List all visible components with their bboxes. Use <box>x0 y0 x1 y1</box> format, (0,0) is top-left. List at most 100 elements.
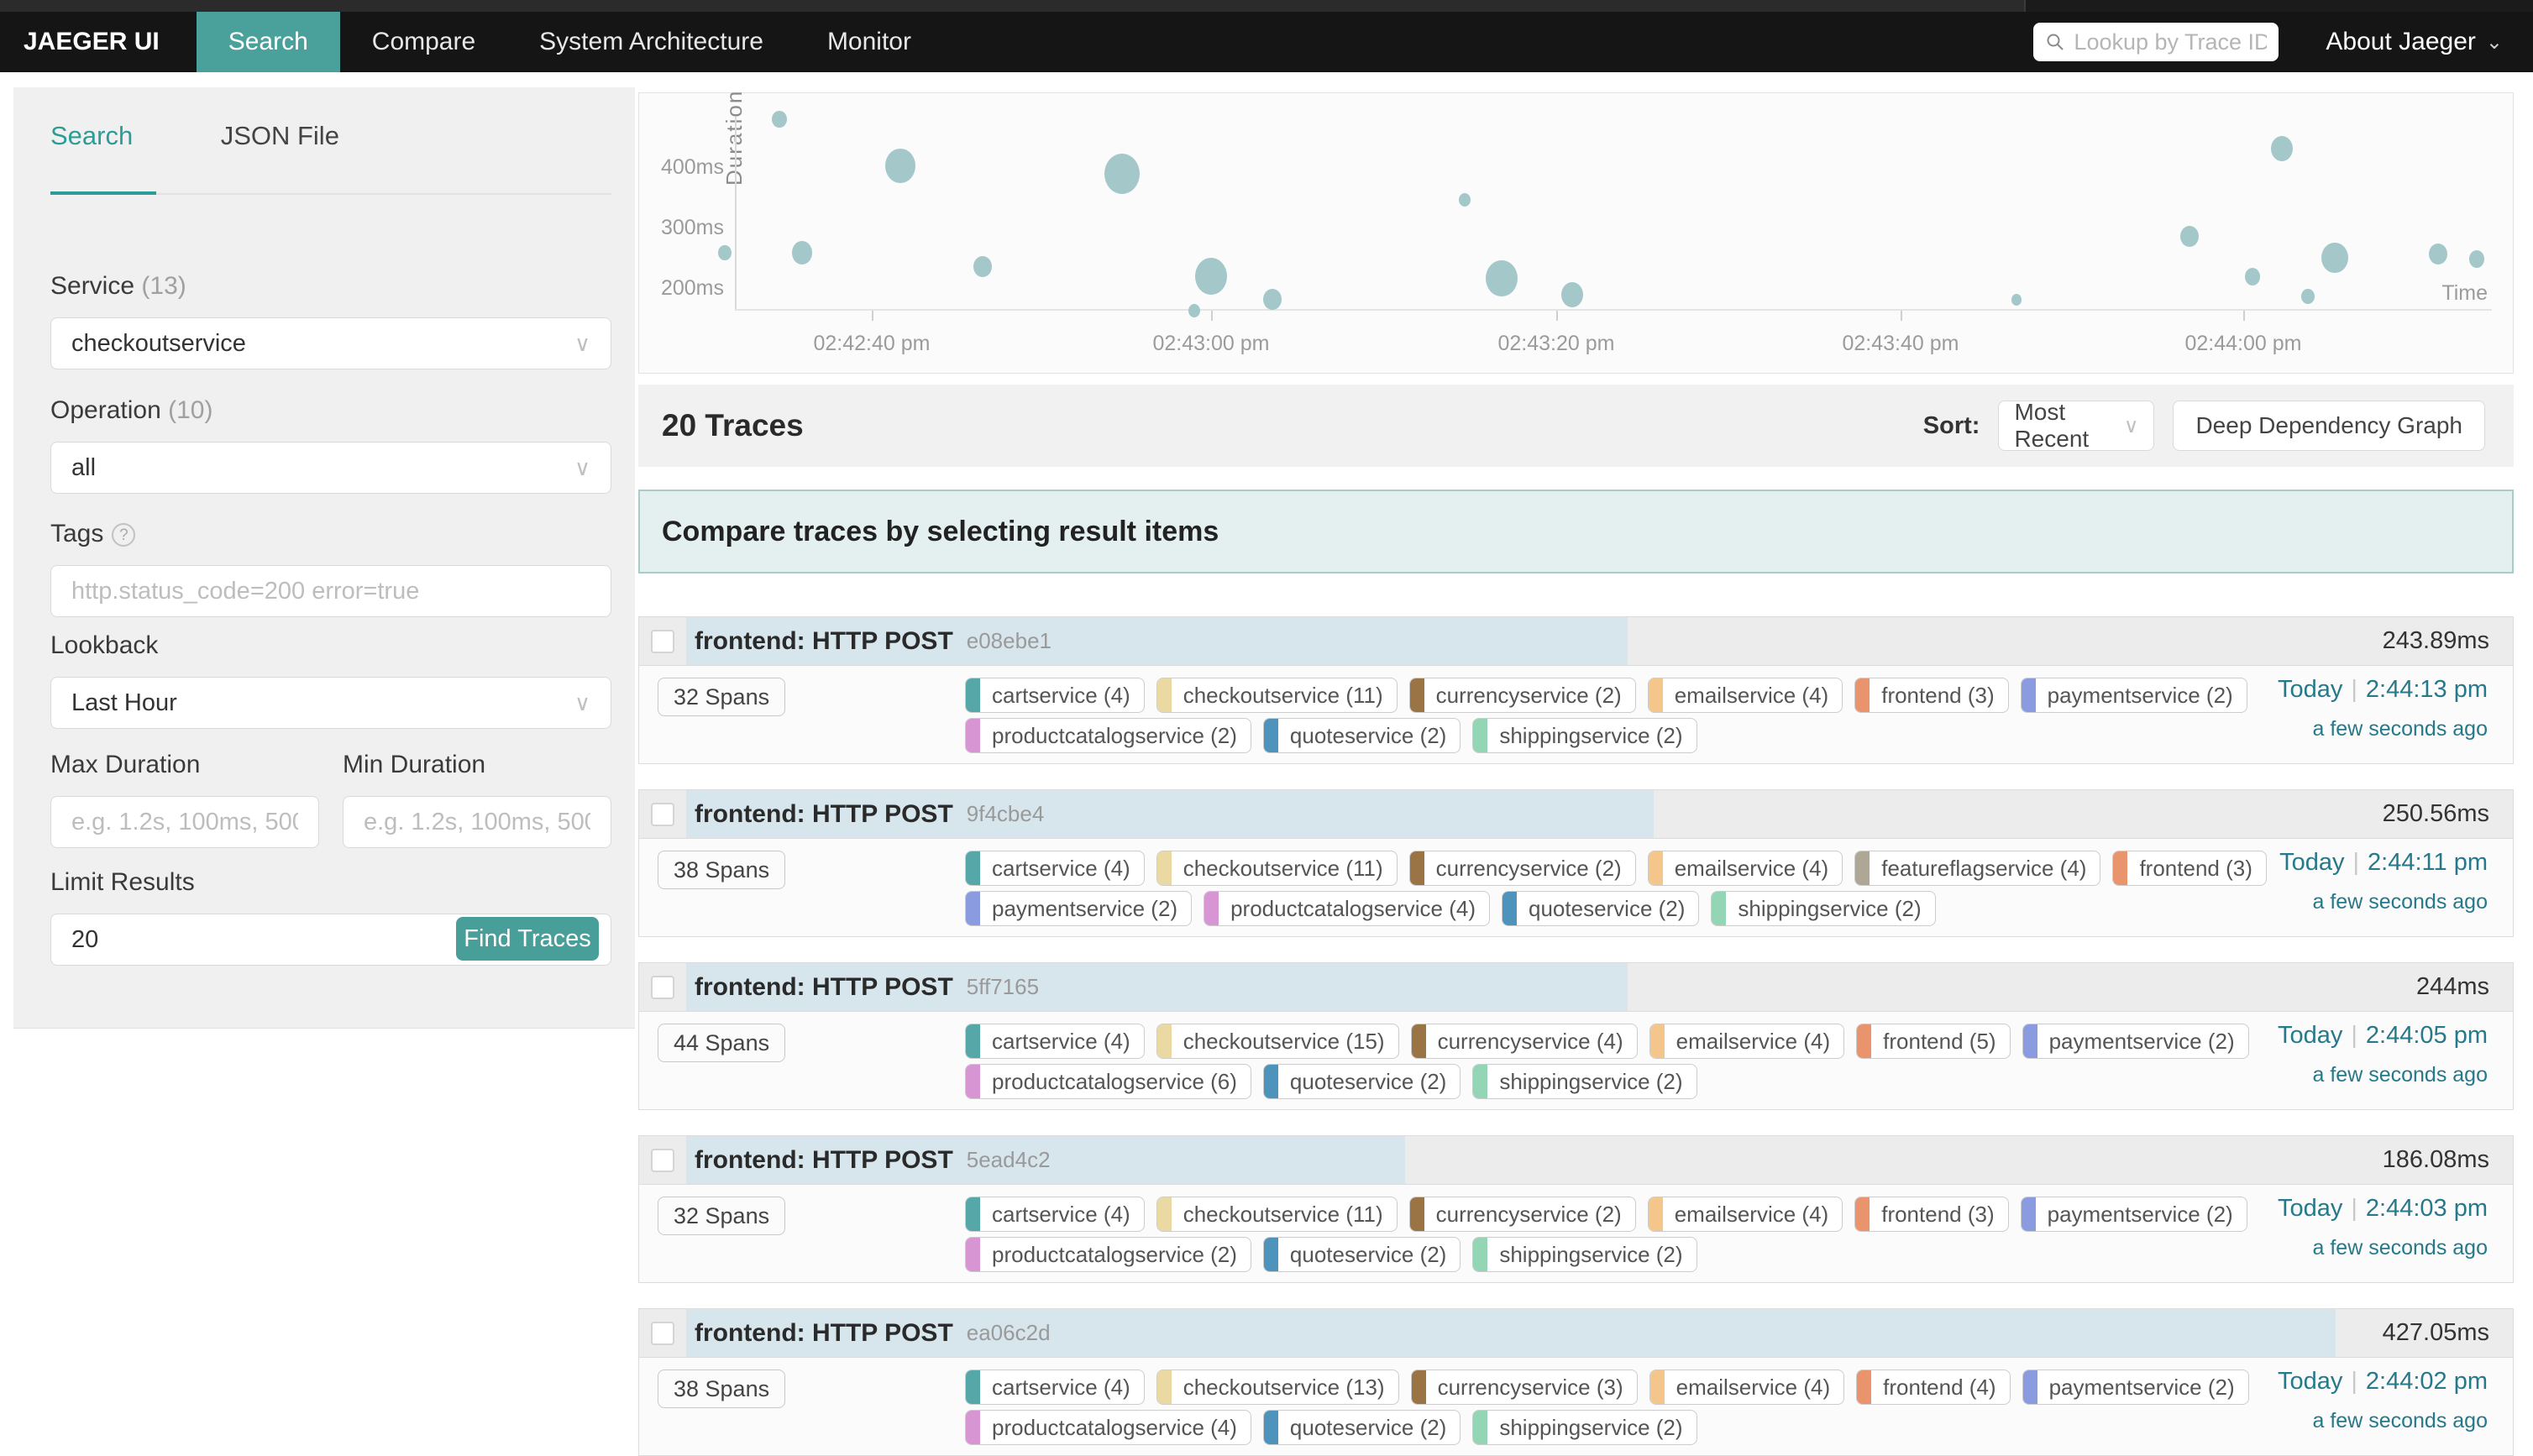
trace-card-header[interactable]: frontend: HTTP POST 5ead4c2 186.08ms <box>639 1136 2513 1185</box>
service-tag-productcatalogservice[interactable]: productcatalogservice (2) <box>965 718 1251 753</box>
trace-scatter-point[interactable] <box>772 111 787 128</box>
service-tag-productcatalogservice[interactable]: productcatalogservice (4) <box>965 1410 1251 1445</box>
service-tag-emailservice[interactable]: emailservice (4) <box>1649 1024 1845 1059</box>
service-tag-cartservice[interactable]: cartservice (4) <box>965 678 1145 713</box>
service-tag-frontend[interactable]: frontend (5) <box>1856 1024 2010 1059</box>
trace-scatter-point[interactable] <box>2011 294 2022 306</box>
service-tag-shippingservice[interactable]: shippingservice (2) <box>1472 1410 1697 1445</box>
tab-json-file[interactable]: JSON File <box>221 121 339 181</box>
max-duration-input[interactable] <box>50 796 319 848</box>
service-tag-checkoutservice[interactable]: checkoutservice (11) <box>1156 851 1398 886</box>
trace-scatter-point[interactable] <box>1561 282 1583 307</box>
trace-date-link[interactable]: Today <box>2278 1022 2342 1049</box>
trace-result-card[interactable]: frontend: HTTP POST ea06c2d 427.05ms 38 … <box>638 1308 2514 1456</box>
span-count-chip[interactable]: 38 Spans <box>658 1370 785 1408</box>
service-tag-productcatalogservice[interactable]: productcatalogservice (4) <box>1204 891 1490 926</box>
trace-scatter-point[interactable] <box>1195 258 1227 295</box>
service-tag-paymentservice[interactable]: paymentservice (2) <box>2021 678 2247 713</box>
trace-select-checkbox[interactable] <box>651 976 674 999</box>
service-tag-shippingservice[interactable]: shippingservice (2) <box>1711 891 1935 926</box>
service-tag-checkoutservice[interactable]: checkoutservice (13) <box>1156 1370 1399 1405</box>
duration-scatter-plot[interactable]: Duration 400ms 300ms 200ms 02:42:40 pm02… <box>638 92 2514 374</box>
service-tag-cartservice[interactable]: cartservice (4) <box>965 1370 1145 1405</box>
service-tag-productcatalogservice[interactable]: productcatalogservice (6) <box>965 1064 1251 1099</box>
find-traces-button[interactable]: Find Traces <box>456 917 599 961</box>
service-tag-shippingservice[interactable]: shippingservice (2) <box>1472 1237 1697 1272</box>
trace-card-header[interactable]: frontend: HTTP POST e08ebe1 243.89ms <box>639 617 2513 666</box>
trace-card-header[interactable]: frontend: HTTP POST 9f4cbe4 250.56ms <box>639 790 2513 839</box>
min-duration-input[interactable] <box>343 796 611 848</box>
span-count-chip[interactable]: 32 Spans <box>658 1197 785 1235</box>
trace-card-header[interactable]: frontend: HTTP POST ea06c2d 427.05ms <box>639 1309 2513 1358</box>
trace-scatter-point[interactable] <box>2245 268 2260 285</box>
service-tag-emailservice[interactable]: emailservice (4) <box>1648 1197 1843 1232</box>
service-tag-emailservice[interactable]: emailservice (4) <box>1649 1370 1845 1405</box>
span-count-chip[interactable]: 38 Spans <box>658 851 785 889</box>
service-tag-paymentservice[interactable]: paymentservice (2) <box>2022 1370 2249 1405</box>
trace-time-link[interactable]: 2:44:11 pm <box>2368 849 2488 876</box>
service-select[interactable]: checkoutservice∨ <box>50 317 611 369</box>
service-tag-checkoutservice[interactable]: checkoutservice (11) <box>1156 1197 1398 1232</box>
trace-scatter-point[interactable] <box>885 149 915 183</box>
service-tag-quoteservice[interactable]: quoteservice (2) <box>1263 718 1461 753</box>
service-tag-cartservice[interactable]: cartservice (4) <box>965 1024 1145 1059</box>
trace-scatter-point[interactable] <box>1104 154 1140 194</box>
trace-date-link[interactable]: Today <box>2278 1368 2342 1395</box>
nav-item-search[interactable]: Search <box>197 12 340 72</box>
trace-date-link[interactable]: Today <box>2278 676 2342 703</box>
deep-dependency-graph-button[interactable]: Deep Dependency Graph <box>2173 401 2485 451</box>
trace-scatter-point[interactable] <box>1459 193 1471 207</box>
service-tag-emailservice[interactable]: emailservice (4) <box>1648 678 1843 713</box>
trace-scatter-point[interactable] <box>1486 260 1518 297</box>
trace-date-link[interactable]: Today <box>2278 1195 2342 1222</box>
trace-select-checkbox[interactable] <box>651 630 674 653</box>
service-tag-quoteservice[interactable]: quoteservice (2) <box>1263 1237 1461 1272</box>
service-tag-checkoutservice[interactable]: checkoutservice (11) <box>1156 678 1398 713</box>
trace-result-card[interactable]: frontend: HTTP POST 5ff7165 244ms 44 Spa… <box>638 962 2514 1110</box>
trace-scatter-point[interactable] <box>792 241 812 264</box>
service-tag-checkoutservice[interactable]: checkoutservice (15) <box>1156 1024 1399 1059</box>
trace-time-link[interactable]: 2:44:05 pm <box>2366 1022 2488 1049</box>
service-tag-currencyservice[interactable]: currencyservice (2) <box>1409 851 1636 886</box>
service-tag-paymentservice[interactable]: paymentservice (2) <box>2021 1197 2247 1232</box>
tags-input[interactable] <box>50 565 611 617</box>
trace-scatter-point[interactable] <box>2321 243 2348 274</box>
service-tag-productcatalogservice[interactable]: productcatalogservice (2) <box>965 1237 1251 1272</box>
tab-search[interactable]: Search <box>50 121 133 181</box>
trace-select-checkbox[interactable] <box>651 1322 674 1345</box>
service-tag-frontend[interactable]: frontend (3) <box>1854 678 2008 713</box>
operation-select[interactable]: all∨ <box>50 442 611 494</box>
trace-select-checkbox[interactable] <box>651 803 674 826</box>
trace-result-card[interactable]: frontend: HTTP POST 5ead4c2 186.08ms 32 … <box>638 1135 2514 1283</box>
trace-scatter-point[interactable] <box>2271 136 2293 161</box>
span-count-chip[interactable]: 44 Spans <box>658 1024 785 1062</box>
service-tag-shippingservice[interactable]: shippingservice (2) <box>1472 1064 1697 1099</box>
trace-scatter-point[interactable] <box>2180 226 2199 247</box>
trace-time-link[interactable]: 2:44:02 pm <box>2366 1368 2488 1395</box>
trace-scatter-point[interactable] <box>2301 289 2315 304</box>
span-count-chip[interactable]: 32 Spans <box>658 678 785 716</box>
service-tag-frontend[interactable]: frontend (3) <box>1854 1197 2008 1232</box>
trace-select-checkbox[interactable] <box>651 1149 674 1172</box>
trace-scatter-point[interactable] <box>973 256 992 277</box>
service-tag-currencyservice[interactable]: currencyservice (3) <box>1411 1370 1638 1405</box>
trace-scatter-point[interactable] <box>1263 289 1282 310</box>
trace-result-card[interactable]: frontend: HTTP POST 9f4cbe4 250.56ms 38 … <box>638 789 2514 937</box>
service-tag-cartservice[interactable]: cartservice (4) <box>965 1197 1145 1232</box>
help-icon[interactable]: ? <box>112 523 135 547</box>
service-tag-frontend[interactable]: frontend (3) <box>2112 851 2266 886</box>
service-tag-featureflagservice[interactable]: featureflagservice (4) <box>1854 851 2100 886</box>
trace-result-card[interactable]: frontend: HTTP POST e08ebe1 243.89ms 32 … <box>638 616 2514 764</box>
trace-time-link[interactable]: 2:44:13 pm <box>2366 676 2488 703</box>
trace-scatter-point[interactable] <box>2469 250 2484 268</box>
trace-scatter-point[interactable] <box>2429 244 2447 264</box>
service-tag-currencyservice[interactable]: currencyservice (2) <box>1409 678 1636 713</box>
service-tag-cartservice[interactable]: cartservice (4) <box>965 851 1145 886</box>
service-tag-quoteservice[interactable]: quoteservice (2) <box>1263 1064 1461 1099</box>
service-tag-frontend[interactable]: frontend (4) <box>1856 1370 2010 1405</box>
service-tag-quoteservice[interactable]: quoteservice (2) <box>1263 1410 1461 1445</box>
trace-date-link[interactable]: Today <box>2279 849 2344 876</box>
service-tag-quoteservice[interactable]: quoteservice (2) <box>1502 891 1699 926</box>
trace-scatter-point[interactable] <box>1188 304 1200 317</box>
sort-select[interactable]: Most Recent∨ <box>1998 401 2154 451</box>
